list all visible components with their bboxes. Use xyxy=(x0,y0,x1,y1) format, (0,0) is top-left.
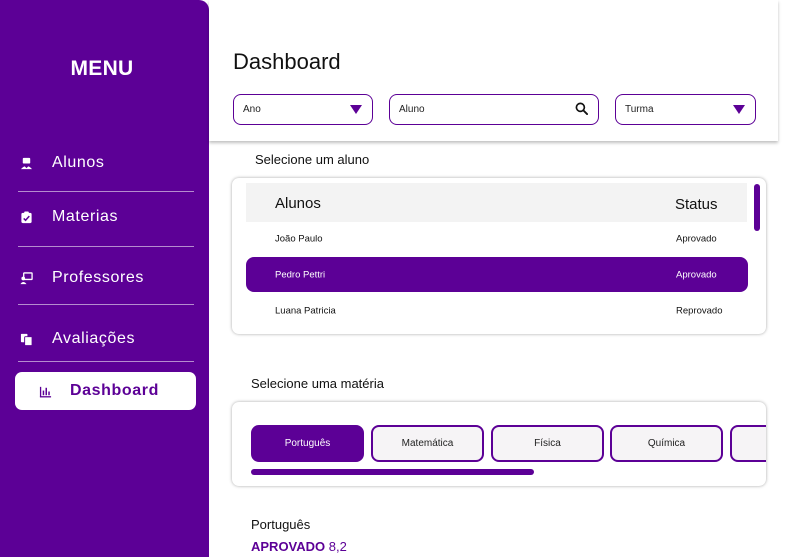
table-row[interactable]: João Paulo Aprovado xyxy=(246,221,748,256)
column-header-alunos: Alunos xyxy=(275,195,321,212)
sidebar-divider xyxy=(18,246,194,247)
table-row[interactable]: Luana Patricia Reprovado xyxy=(246,293,748,328)
ano-select-value: Ano xyxy=(243,104,261,115)
aluno-search-placeholder: Aluno xyxy=(399,104,425,115)
vertical-scrollbar[interactable] xyxy=(754,184,760,231)
table-row-selected[interactable]: Pedro Pettri Aprovado xyxy=(246,257,748,292)
student-icon xyxy=(19,156,33,170)
subjects-section-label: Selecione uma matéria xyxy=(251,376,384,391)
sidebar-item-label: Materias xyxy=(52,208,119,225)
student-status: Reprovado xyxy=(676,305,723,316)
student-status: Aprovado xyxy=(676,233,717,244)
ano-select[interactable]: Ano xyxy=(233,94,373,125)
sidebar-divider xyxy=(18,361,194,362)
search-icon[interactable] xyxy=(575,102,588,118)
sidebar-item-label: Alunos xyxy=(52,154,105,171)
tab-next-partial[interactable] xyxy=(730,425,766,462)
menu-title: MENU xyxy=(70,57,134,80)
sidebar-item-label: Avaliações xyxy=(52,330,136,347)
dropdown-arrow-icon xyxy=(733,105,745,114)
sidebar-item-dashboard[interactable]: Dashboard xyxy=(15,372,196,410)
sidebar-item-alunos[interactable]: Alunos xyxy=(18,144,194,182)
bar-chart-icon xyxy=(38,384,52,398)
clipboard-check-icon xyxy=(19,210,33,224)
horizontal-scrollbar[interactable] xyxy=(251,469,534,475)
students-section-label: Selecione um aluno xyxy=(255,152,370,167)
sidebar-item-label: Dashboard xyxy=(70,382,159,399)
sidebar-item-professores[interactable]: Professores xyxy=(18,259,194,297)
dropdown-arrow-icon xyxy=(350,105,362,114)
tab-quimica[interactable]: Química xyxy=(610,425,723,462)
page-header: Dashboard Ano Aluno Turma xyxy=(209,0,778,141)
table-header xyxy=(246,183,747,222)
sidebar-item-label: Professores xyxy=(52,269,144,286)
sidebar-divider xyxy=(18,304,194,305)
sidebar-divider xyxy=(18,191,194,192)
turma-select-value: Turma xyxy=(625,104,654,115)
student-name: Pedro Pettri xyxy=(275,269,326,280)
tab-matematica[interactable]: Matemática xyxy=(371,425,484,462)
teacher-icon xyxy=(19,271,33,285)
turma-select[interactable]: Turma xyxy=(615,94,756,125)
sidebar-item-avaliacoes[interactable]: Avaliações xyxy=(18,320,194,358)
student-status: Aprovado xyxy=(676,269,717,280)
tab-portugues[interactable]: Português xyxy=(251,425,364,462)
result-grade: 8,2 xyxy=(328,539,347,554)
sidebar: MENU Alunos Materias Professores Avaliaç… xyxy=(0,0,209,557)
documents-icon xyxy=(19,332,33,346)
result-status: APROVADO xyxy=(251,539,326,554)
student-name: Luana Patricia xyxy=(275,305,336,316)
result-summary: APROVADO 8,2 xyxy=(251,539,347,554)
result-subject: Português xyxy=(251,517,311,532)
aluno-search-input[interactable]: Aluno xyxy=(389,94,599,125)
page-title: Dashboard xyxy=(233,49,341,74)
app-root: MENU Alunos Materias Professores Avaliaç… xyxy=(0,0,787,557)
sidebar-item-materias[interactable]: Materias xyxy=(18,198,194,236)
column-header-status: Status xyxy=(675,196,718,213)
tab-fisica[interactable]: Física xyxy=(491,425,604,462)
subjects-carousel: Português Matemática Física Química xyxy=(232,402,766,486)
students-table: Alunos Status João Paulo Aprovado Pedro … xyxy=(232,178,766,334)
student-name: João Paulo xyxy=(275,233,323,244)
